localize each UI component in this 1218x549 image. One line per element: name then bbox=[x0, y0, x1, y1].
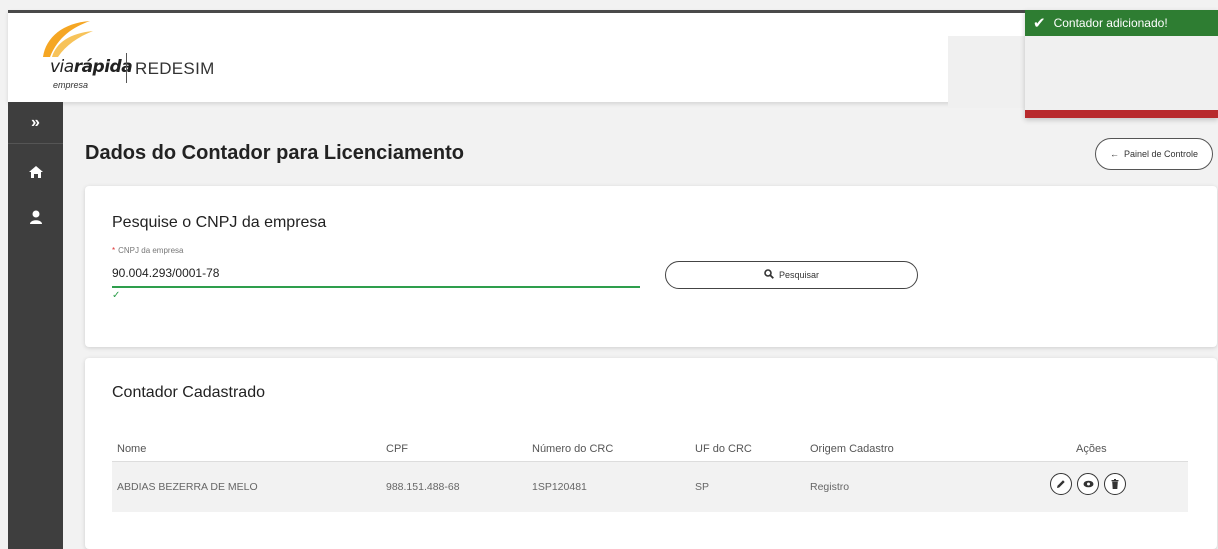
eye-icon bbox=[1083, 480, 1093, 488]
brand-via: via bbox=[50, 57, 74, 77]
sidebar-toggle-button[interactable]: » bbox=[8, 102, 63, 144]
brand-rapida: rápida bbox=[73, 57, 133, 77]
cell-cpf: 988.151.488-68 bbox=[386, 481, 460, 493]
cell-nome: ABDIAS BEZERRA DE MELO bbox=[117, 481, 258, 493]
cnpj-label-text: CNPJ da empresa bbox=[118, 246, 184, 255]
home-icon bbox=[28, 166, 43, 178]
col-header-acoes: Ações bbox=[1076, 442, 1107, 455]
sidebar-item-user[interactable] bbox=[8, 197, 63, 237]
col-header-crc: Número do CRC bbox=[532, 442, 614, 455]
edit-button[interactable] bbox=[1050, 473, 1072, 495]
sidebar: » bbox=[8, 102, 63, 549]
search-icon bbox=[764, 268, 774, 282]
brand-name: viarápida bbox=[50, 57, 133, 77]
back-to-dashboard-button[interactable]: ← Painel de Controle bbox=[1095, 138, 1213, 170]
success-toast[interactable]: ✔ Contador adicionado! bbox=[1025, 10, 1218, 118]
col-header-cpf: CPF bbox=[386, 442, 408, 455]
pencil-icon bbox=[1057, 480, 1065, 488]
brand-subtitle: empresa bbox=[53, 80, 89, 90]
brand-logo[interactable]: viarápida empresa bbox=[38, 19, 133, 97]
row-actions bbox=[1050, 473, 1126, 495]
header-divider bbox=[126, 53, 127, 83]
col-header-uf: UF do CRC bbox=[695, 442, 752, 455]
search-button[interactable]: Pesquisar bbox=[665, 261, 918, 289]
cnpj-field-label: * CNPJ da empresa bbox=[112, 246, 183, 255]
page-title: Dados do Contador para Licenciamento bbox=[85, 142, 464, 164]
col-header-origem: Origem Cadastro bbox=[810, 442, 894, 455]
search-card-title: Pesquise o CNPJ da empresa bbox=[112, 214, 327, 231]
search-button-label: Pesquisar bbox=[778, 270, 820, 280]
trash-icon bbox=[1111, 479, 1119, 489]
cnpj-input[interactable] bbox=[112, 260, 640, 288]
cell-origem: Registro bbox=[810, 481, 850, 493]
contador-card: Contador Cadastrado Nome CPF Número do C… bbox=[85, 358, 1217, 549]
table-header: Nome CPF Número do CRC UF do CRC Origem … bbox=[112, 436, 1188, 462]
table-row: ABDIAS BEZERRA DE MELO 988.151.488-68 1S… bbox=[112, 462, 1188, 512]
view-button[interactable] bbox=[1077, 473, 1099, 495]
toast-bar: ✔ Contador adicionado! bbox=[1025, 10, 1218, 36]
required-mark: * bbox=[112, 246, 116, 255]
sidebar-item-home[interactable] bbox=[8, 152, 63, 192]
toast-message: Contador adicionado! bbox=[1053, 16, 1168, 30]
product-name: REDESIM bbox=[135, 59, 215, 78]
double-chevron-right-icon: » bbox=[31, 113, 40, 131]
arrow-left-icon: ← bbox=[1109, 149, 1119, 159]
toast-body bbox=[1025, 36, 1218, 110]
app-header: viarápida empresa REDESIM bbox=[8, 10, 1028, 102]
back-button-label: Painel de Controle bbox=[1123, 149, 1199, 159]
search-card: Pesquise o CNPJ da empresa * CNPJ da empr… bbox=[85, 186, 1217, 347]
swoosh-logo-icon bbox=[43, 21, 93, 57]
valid-check-icon: ✓ bbox=[112, 290, 121, 301]
user-icon bbox=[29, 210, 42, 224]
cell-uf: SP bbox=[695, 481, 710, 493]
cell-crc: 1SP120481 bbox=[532, 481, 587, 493]
col-header-nome: Nome bbox=[117, 442, 147, 455]
delete-button[interactable] bbox=[1104, 473, 1126, 495]
check-icon: ✔ bbox=[1033, 15, 1046, 32]
table-card-title: Contador Cadastrado bbox=[112, 384, 265, 401]
